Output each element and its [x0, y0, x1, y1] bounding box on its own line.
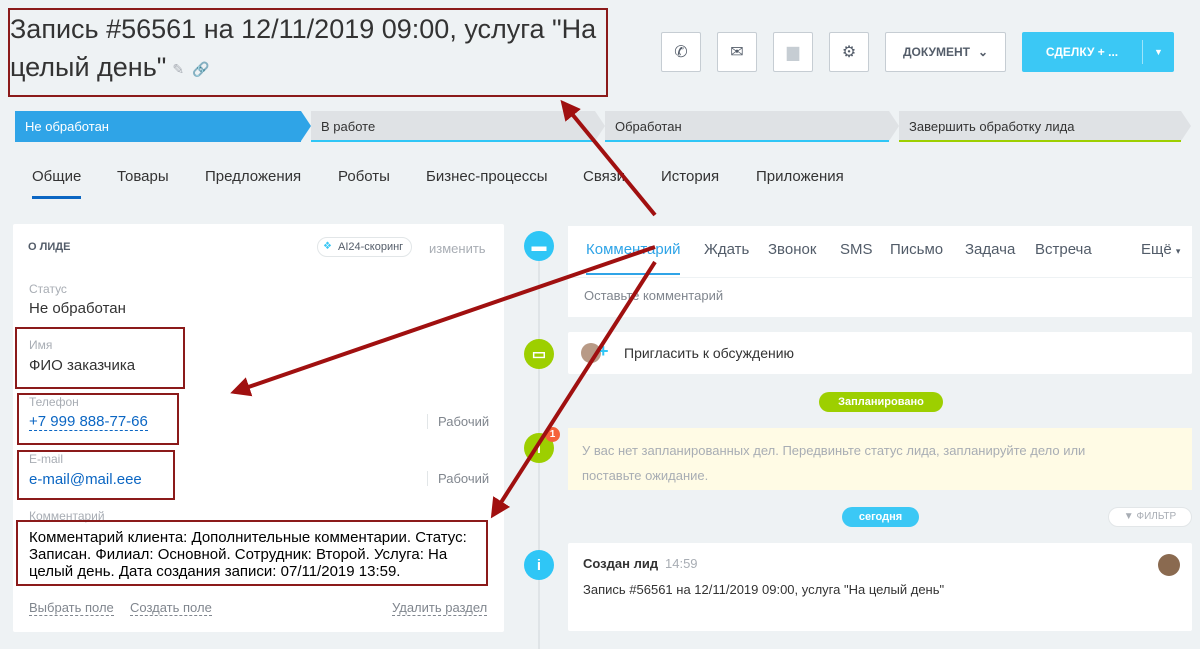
ai-icon: ❖ [323, 241, 332, 252]
phone-annotation-box [17, 393, 179, 445]
comment-annotation-box [16, 520, 488, 586]
stage-label: В работе [321, 119, 376, 134]
filter-button[interactable]: ▼ ФИЛЬТР [1108, 507, 1192, 527]
info-icon: i [524, 550, 554, 580]
invite-text: Пригласить к обсуждению [624, 345, 795, 361]
invite-panel[interactable]: + Пригласить к обсуждению [568, 332, 1192, 374]
deal-label: СДЕЛКУ + ... [1045, 45, 1119, 59]
more-label: Ещё [1141, 241, 1172, 258]
planned-count-badge: 1 [545, 427, 560, 442]
gear-icon: ⚙ [841, 44, 857, 61]
chevron-down-icon: ▾ [1175, 246, 1181, 256]
name-annotation-box [15, 327, 185, 389]
composer-tab-call[interactable]: Звонок [768, 241, 816, 258]
change-link[interactable]: изменить [429, 241, 486, 256]
card-title: О ЛИДЕ [28, 241, 71, 253]
event-time: 14:59 [665, 556, 698, 571]
document-label: ДОКУМЕНТ [902, 45, 970, 59]
link-icon[interactable]: 🔗 [192, 50, 209, 88]
stage-tip [889, 111, 899, 141]
tab-business-processes[interactable]: Бизнес-процессы [426, 168, 548, 185]
stage-tip [1181, 111, 1191, 141]
tab-history[interactable]: История [661, 168, 719, 185]
stage-underline [605, 140, 889, 142]
tab-apps[interactable]: Приложения [756, 168, 844, 185]
filter-label: ФИЛЬТР [1136, 511, 1177, 522]
stage-label: Не обработан [25, 119, 109, 134]
comment-icon: ▬ [524, 231, 554, 261]
stage-bar: Не обработан В работе Обработан Завершит… [15, 111, 1191, 142]
composer-divider [568, 277, 1192, 278]
plus-icon: + [598, 341, 609, 361]
ai-scoring-badge[interactable]: ❖ AI24-скоринг [317, 237, 413, 257]
tab-robots[interactable]: Роботы [338, 168, 390, 185]
planned-text: У вас нет запланированных дел. Передвинь… [582, 443, 1086, 483]
email-type: Рабочий [427, 471, 489, 486]
create-field-link[interactable]: Создать поле [130, 600, 212, 616]
composer-tab-letter[interactable]: Письмо [890, 241, 943, 258]
stage-tip [595, 111, 605, 141]
page-title: Запись #56561 на 12/11/2019 09:00, услуг… [10, 10, 600, 88]
deal-button[interactable]: СДЕЛКУ + ... ▼ [1022, 32, 1174, 72]
composer-tab-comment[interactable]: Комментарий [586, 241, 681, 275]
stage-label: Обработан [615, 119, 682, 134]
mail-icon: ✉ [730, 44, 744, 61]
tab-general[interactable]: Общие [32, 168, 82, 199]
status-label: Статус [29, 282, 67, 296]
dropdown-arrow-icon[interactable]: ▼ [1143, 47, 1174, 57]
composer-tab-wait[interactable]: Ждать [704, 241, 749, 258]
ai-badge-label: AI24-скоринг [338, 241, 404, 253]
delete-section-link[interactable]: Удалить раздел [392, 600, 488, 616]
composer-tab-task[interactable]: Задача [965, 241, 1015, 258]
email-button[interactable]: ✉ [717, 32, 757, 72]
select-field-link[interactable]: Выбрать поле [29, 600, 114, 616]
comment-input[interactable]: Оставьте комментарий [584, 288, 723, 303]
status-value: Не обработан [29, 300, 126, 317]
settings-button[interactable]: ⚙ [829, 32, 869, 72]
created-lead-event: Создан лид 14:59 Запись #56561 на 12/11/… [568, 543, 1192, 631]
stage-label: Завершить обработку лида [909, 119, 1075, 134]
stage-not-processed[interactable]: Не обработан [15, 111, 311, 142]
event-description: Запись #56561 на 12/11/2019 09:00, услуг… [583, 582, 945, 597]
composer-tab-meeting[interactable]: Встреча [1035, 241, 1092, 258]
stage-in-work[interactable]: В работе [311, 111, 605, 142]
composer-tab-sms[interactable]: SMS [840, 241, 873, 258]
chevron-down-icon: ⌄ [977, 45, 989, 59]
phone-icon: ✆ [674, 44, 688, 61]
pencil-icon[interactable]: ✎ [172, 50, 184, 88]
chat-icon: ▆ [786, 44, 800, 61]
page-title-text: Запись #56561 на 12/11/2019 09:00, услуг… [10, 14, 597, 82]
call-button[interactable]: ✆ [661, 32, 701, 72]
stage-tip [301, 111, 311, 141]
tab-products[interactable]: Товары [117, 168, 169, 185]
header: Запись #56561 на 12/11/2019 09:00, услуг… [0, 0, 1200, 105]
chat-bubble-icon: ▭ [524, 339, 554, 369]
tab-links[interactable]: Связи [583, 168, 625, 185]
stage-finish[interactable]: Завершить обработку лида [899, 111, 1191, 142]
avatar [1158, 554, 1180, 576]
stage-underline [311, 140, 595, 142]
phone-type: Рабочий [427, 414, 489, 429]
today-pill: сегодня [842, 507, 919, 527]
tab-offers[interactable]: Предложения [205, 168, 301, 185]
stage-underline [899, 140, 1181, 142]
stage-processed[interactable]: Обработан [605, 111, 899, 142]
document-button[interactable]: ДОКУМЕНТ ⌄ [885, 32, 1006, 72]
planned-notice: У вас нет запланированных дел. Передвинь… [568, 428, 1192, 490]
activity-composer: Комментарий Ждать Звонок SMS Письмо Зада… [568, 226, 1192, 317]
event-title: Создан лид [583, 556, 659, 571]
email-annotation-box [17, 450, 175, 500]
composer-more[interactable]: Ещё ▾ [1141, 241, 1180, 258]
planned-pill: Запланировано [819, 392, 943, 412]
chat-button[interactable]: ▆ [773, 32, 813, 72]
filter-icon: ▼ [1123, 511, 1137, 522]
